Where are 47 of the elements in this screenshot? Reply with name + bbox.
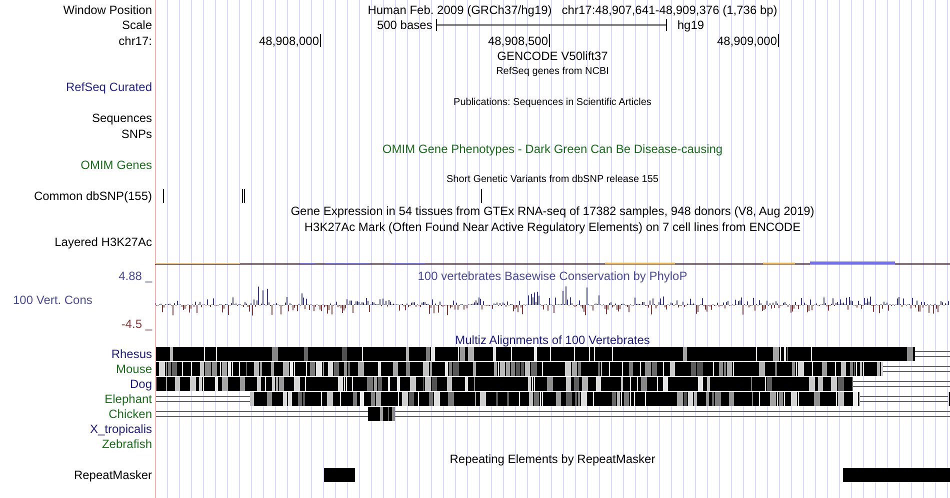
track-title: H3K27Ac Mark (Often Found Near Active Regulatory Elements) on 7 cell lines from ENCODE [304,220,801,234]
track-title: 100 vertebrates Basewise Conservation by PhyloP [418,268,688,282]
snp-mark[interactable] [481,189,482,203]
axis-min-label: -4.5 _ [121,316,152,330]
assembly-name: hg19 [677,18,704,32]
track-label[interactable]: Rhesus [111,347,152,361]
snp-mark[interactable] [244,189,245,203]
axis-max-label: 4.88 _ [118,268,152,282]
track-title: OMIM Gene Phenotypes - Dark Green Can Be Disease-causing [382,142,723,156]
track-title: Gene Expression in 54 tissues from GTEx RNA-seq of 17382 samples, 948 donors (V8, Aug 2019) [290,204,814,218]
snp-mark[interactable] [163,189,164,203]
track-label[interactable]: 100 Vert. Cons [13,292,92,306]
assembly-title: Human Feb. 2009 (GRCh37/hg19) [368,2,552,17]
track-label[interactable]: Mouse [116,362,152,376]
track-label[interactable]: chr17: [118,34,152,48]
track-label[interactable]: Elephant [104,392,152,406]
track-label[interactable]: Layered H3K27Ac [54,234,152,248]
track-label[interactable]: RefSeq Curated [66,80,152,94]
track-label[interactable]: Scale [122,18,152,32]
track-title: RefSeq genes from NCBI [496,64,609,79]
track-label[interactable]: Dog [130,377,152,391]
track-label[interactable]: Window Position [63,2,152,17]
track-label[interactable]: SNPs [121,126,152,141]
track-title: GENCODE V50lift37 [497,49,608,64]
track-label[interactable]: RepeatMasker [74,468,152,482]
track-title: Short Genetic Variants from dbSNP release 155 [446,173,658,188]
repeat-block[interactable] [324,468,355,482]
ruler-tick [778,34,779,47]
snp-mark[interactable] [242,189,243,203]
track-title: Multiz Alignments of 100 Vertebrates [455,333,650,347]
scale-bar-icon [436,18,668,32]
ruler-tick [549,34,550,47]
track-title: Repeating Elements by RepeatMasker [450,452,656,466]
scale-text: 500 bases [376,18,432,32]
track-label[interactable]: Zebrafish [102,437,152,451]
position-text: chr17:48,907,641-48,909,376 (1,736 bp) [562,2,778,17]
ruler-tick-label: 48,908,000 [258,34,319,48]
track-label[interactable]: OMIM Genes [80,158,152,172]
track-label[interactable]: Common dbSNP(155) [34,188,152,203]
track-label[interactable]: Sequences [92,111,152,126]
track-title: Publications: Sequences in Scientific Articles [454,96,652,110]
ruler-tick-label: 48,909,000 [716,34,777,48]
track-label[interactable]: Chicken [108,407,152,421]
track-label[interactable]: X_tropicalis [90,422,152,436]
repeat-block[interactable] [843,468,950,482]
ruler-tick-label: 48,908,500 [488,34,548,48]
ruler-tick [320,34,321,47]
